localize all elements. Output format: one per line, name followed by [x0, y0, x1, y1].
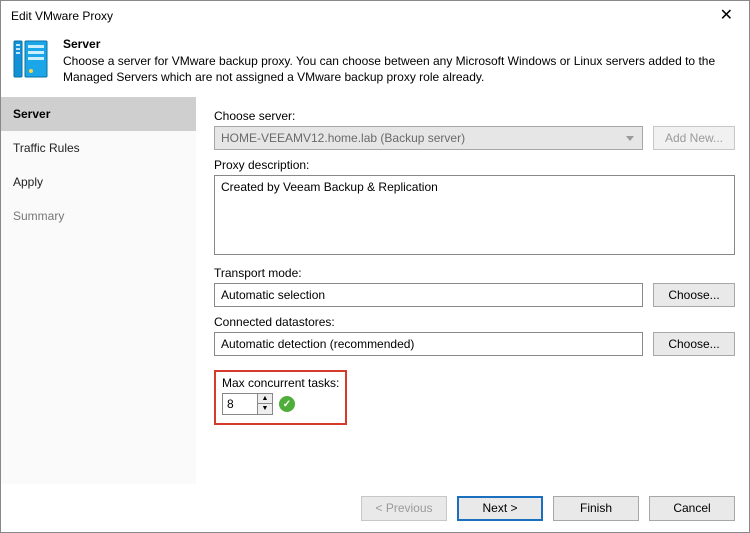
wizard-footer: < Previous Next > Finish Cancel — [1, 484, 749, 532]
wizard-sidebar: Server Traffic Rules Apply Summary — [1, 97, 196, 484]
transport-mode-label: Transport mode: — [214, 266, 735, 280]
transport-mode-value: Automatic selection — [214, 283, 643, 307]
titlebar: Edit VMware Proxy ✕ — [1, 1, 749, 31]
sidebar-item-label: Summary — [13, 209, 64, 223]
max-tasks-input[interactable] — [223, 394, 257, 414]
wizard-content: Choose server: HOME-VEEAMV12.home.lab (B… — [196, 97, 749, 484]
server-icon — [13, 37, 49, 77]
sidebar-item-summary[interactable]: Summary — [1, 199, 196, 233]
add-new-button: Add New... — [653, 126, 735, 150]
datastores-label: Connected datastores: — [214, 315, 735, 329]
sidebar-item-server[interactable]: Server — [1, 97, 196, 131]
sidebar-item-apply[interactable]: Apply — [1, 165, 196, 199]
transport-mode-choose-button[interactable]: Choose... — [653, 283, 735, 307]
max-tasks-highlight: Max concurrent tasks: ▲ ▼ ✓ — [214, 370, 347, 425]
header-subtitle: Choose a server for VMware backup proxy.… — [63, 53, 723, 85]
datastores-value: Automatic detection (recommended) — [214, 332, 643, 356]
transport-mode-section: Transport mode: Automatic selection Choo… — [214, 266, 735, 307]
add-new-label: Add New... — [665, 131, 723, 145]
sidebar-item-label: Server — [13, 107, 50, 121]
datastores-section: Connected datastores: Automatic detectio… — [214, 315, 735, 356]
next-label: Next > — [482, 501, 517, 515]
choose-server-dropdown[interactable]: HOME-VEEAMV12.home.lab (Backup server) — [214, 126, 643, 150]
header-title: Server — [63, 37, 723, 51]
wizard-header: Server Choose a server for VMware backup… — [1, 31, 749, 97]
window-title: Edit VMware Proxy — [11, 9, 113, 23]
wizard-body: Server Traffic Rules Apply Summary Choos… — [1, 97, 749, 484]
proxy-description-label: Proxy description: — [214, 158, 735, 172]
close-icon[interactable]: ✕ — [712, 4, 741, 28]
sidebar-item-label: Apply — [13, 175, 43, 189]
max-tasks-spinner[interactable]: ▲ ▼ — [222, 393, 273, 415]
max-tasks-label: Max concurrent tasks: — [222, 376, 339, 390]
choose-label: Choose... — [668, 337, 719, 351]
choose-label: Choose... — [668, 288, 719, 302]
datastores-choose-button[interactable]: Choose... — [653, 332, 735, 356]
choose-server-section: Choose server: HOME-VEEAMV12.home.lab (B… — [214, 109, 735, 150]
spinner-up-icon[interactable]: ▲ — [258, 394, 272, 404]
choose-server-label: Choose server: — [214, 109, 735, 123]
proxy-description-input[interactable] — [214, 175, 735, 255]
finish-button[interactable]: Finish — [553, 496, 639, 521]
choose-server-value: HOME-VEEAMV12.home.lab (Backup server) — [221, 131, 465, 145]
check-ok-icon: ✓ — [279, 396, 295, 412]
previous-button: < Previous — [361, 496, 447, 521]
cancel-button[interactable]: Cancel — [649, 496, 735, 521]
sidebar-item-label: Traffic Rules — [13, 141, 80, 155]
cancel-label: Cancel — [673, 501, 710, 515]
proxy-description-section: Proxy description: — [214, 158, 735, 258]
finish-label: Finish — [580, 501, 612, 515]
spinner-down-icon[interactable]: ▼ — [258, 404, 272, 414]
previous-label: < Previous — [375, 501, 432, 515]
header-text: Server Choose a server for VMware backup… — [63, 37, 723, 85]
sidebar-item-traffic-rules[interactable]: Traffic Rules — [1, 131, 196, 165]
next-button[interactable]: Next > — [457, 496, 543, 521]
edit-vmware-proxy-window: Edit VMware Proxy ✕ Server Choose a serv… — [0, 0, 750, 533]
